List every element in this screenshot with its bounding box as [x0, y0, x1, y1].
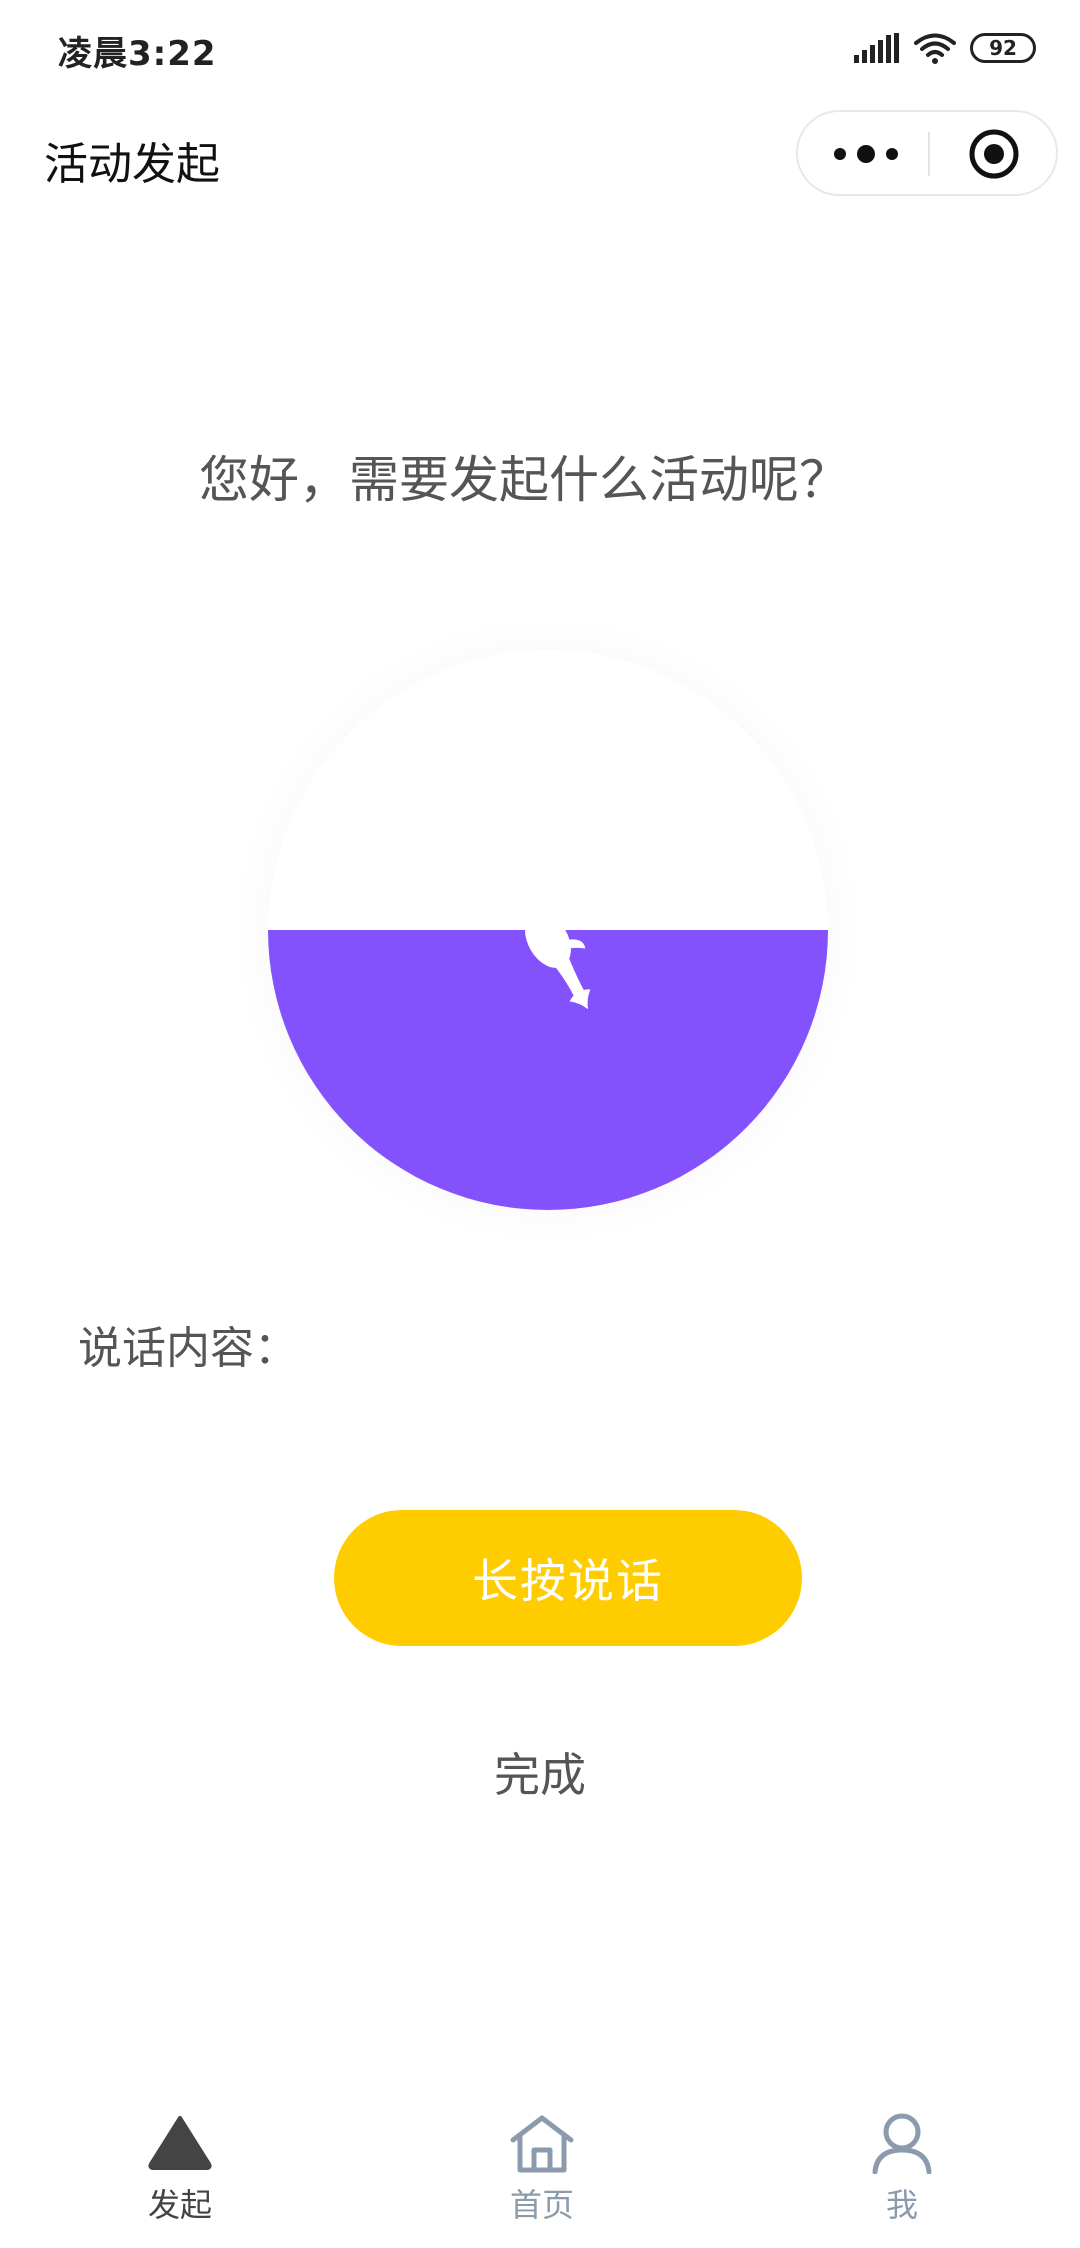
tab-home[interactable]: 首页	[442, 2112, 642, 2242]
more-dots-icon[interactable]	[830, 134, 906, 174]
home-icon	[510, 2115, 574, 2173]
status-icons: 92	[854, 28, 1036, 68]
user-icon	[872, 2113, 932, 2174]
battery-level: 92	[989, 36, 1017, 60]
target-close-icon[interactable]	[968, 128, 1020, 180]
tab-bar: 发起 首页 我	[0, 2098, 1080, 2248]
mini-program-capsule	[796, 110, 1058, 196]
voice-wave-circle[interactable]	[228, 610, 868, 1250]
triangle-icon	[148, 2116, 212, 2170]
tab-launch-label: 发起	[147, 2186, 212, 2224]
tab-me-label: 我	[885, 2186, 918, 2224]
greeting-text: 您好，需要发起什么活动呢？	[199, 451, 849, 509]
status-bar: 凌晨3:22 92	[0, 0, 1080, 96]
tab-launch[interactable]: 发起	[80, 2112, 280, 2242]
title-bar: 活动发起	[0, 110, 1080, 200]
wifi-icon	[914, 33, 956, 64]
page: 凌晨3:22 92 活动发起 您好，需要发起什么活动呢？ 说话内容： 长按说话 …	[0, 0, 1080, 2248]
hold-to-talk-button[interactable]: 长按说话	[334, 1510, 802, 1646]
speech-content-label: 说话内容：	[78, 1323, 298, 1374]
tab-me[interactable]: 我	[802, 2112, 1002, 2242]
battery-icon: 92	[970, 33, 1036, 63]
capsule-divider	[928, 132, 930, 176]
status-time: 凌晨3:22	[58, 34, 217, 74]
done-button[interactable]: 完成	[440, 1740, 640, 1810]
page-title: 活动发起	[44, 139, 220, 190]
tab-home-label: 首页	[509, 2186, 574, 2224]
signal-icon	[854, 33, 899, 63]
